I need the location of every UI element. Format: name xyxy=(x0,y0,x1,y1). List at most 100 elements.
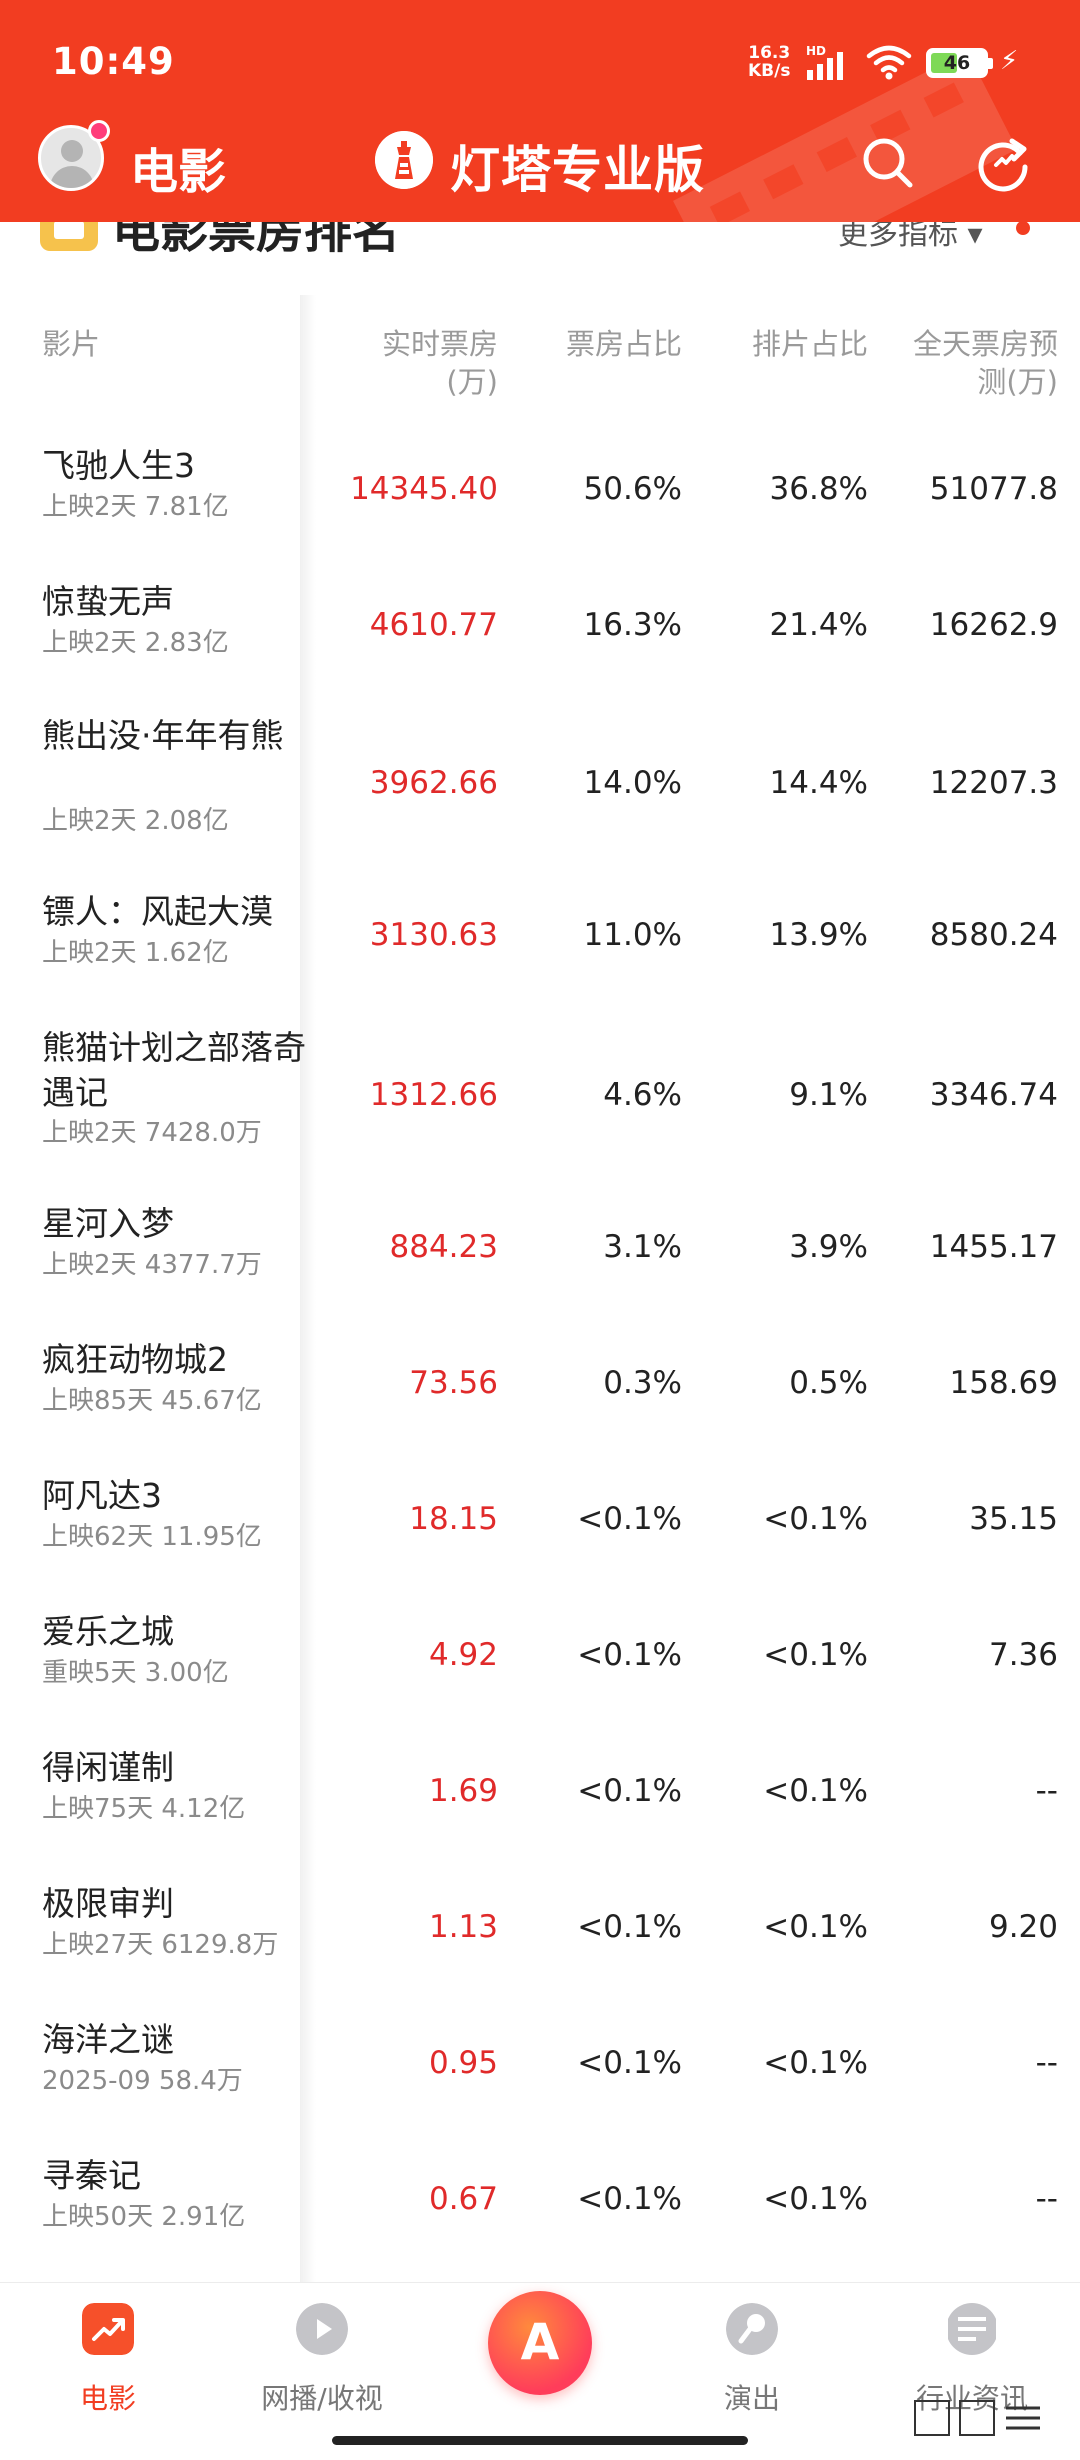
realtime-box-office: 884.23 xyxy=(389,1229,498,1265)
header-realtime-label: 实时票房 xyxy=(381,327,498,361)
charging-icon: ⚡ xyxy=(1000,46,1019,76)
realtime-box-office: 18.15 xyxy=(409,1501,498,1537)
realtime-box-office: 1.69 xyxy=(428,1773,498,1809)
box-office-share: <0.1% xyxy=(577,1501,682,1537)
film-name: 熊出没·年年有熊 xyxy=(42,716,284,755)
table-row[interactable]: 疯狂动物城2 上映85天 45.67亿 73.56 0.3% 0.5% 158.69 xyxy=(0,1319,1080,1455)
box-office-share: 3.1% xyxy=(603,1229,682,1265)
header-realtime-unit: (万) xyxy=(446,365,498,399)
day-forecast: 16262.9 xyxy=(929,607,1058,643)
schedule-share: 0.5% xyxy=(789,1365,868,1401)
box-office-share: <0.1% xyxy=(577,1909,682,1945)
film-meta: 上映2天 2.83亿 xyxy=(42,628,229,658)
notification-dot xyxy=(88,120,110,142)
film-meta: 上映75天 4.12亿 xyxy=(42,1794,246,1824)
chevron-down-icon: ▾ xyxy=(967,217,983,252)
nav-item-movie[interactable]: 电影 xyxy=(8,2303,208,2417)
day-forecast: -- xyxy=(1035,2181,1058,2217)
brand-name: 灯塔专业版 xyxy=(450,141,705,199)
battery-icon: 46 xyxy=(926,48,993,78)
news-icon xyxy=(948,2303,996,2355)
microphone-icon xyxy=(726,2303,778,2355)
film-meta: 上映2天 1.62亿 xyxy=(42,938,229,968)
nav-item-streaming[interactable]: 网播/收视 xyxy=(222,2303,422,2417)
table-row[interactable]: 惊蛰无声 上映2天 2.83亿 4610.77 16.3% 21.4% 16262.9 xyxy=(0,561,1080,697)
schedule-share: 36.8% xyxy=(769,471,868,507)
refresh-icon[interactable] xyxy=(972,131,1034,193)
table-row[interactable]: 飞驰人生3 上映2天 7.81亿 14345.40 50.6% 36.8% 51077.8 xyxy=(0,425,1080,561)
table-row[interactable]: 爱乐之城 重映5天 3.00亿 4.92 <0.1% <0.1% 7.36 xyxy=(0,1591,1080,1727)
nav-item-shows[interactable]: 演出 xyxy=(652,2303,852,2417)
realtime-box-office: 73.56 xyxy=(409,1365,498,1401)
box-office-share: <0.1% xyxy=(577,1637,682,1673)
table-row[interactable]: 寻秦记 上映50天 2.91亿 0.67 <0.1% <0.1% -- xyxy=(0,2135,1080,2271)
table-row[interactable]: 熊猫计划之部落奇遇记 上映2天 7428.0万 1312.66 4.6% 9.1% 334… xyxy=(0,1007,1080,1183)
box-office-table: 影片 实时票房 (万) 票房占比 排片占比 全天票房预 测(万) 飞驰人生3 上映… xyxy=(0,255,1080,2282)
day-forecast: 51077.8 xyxy=(929,471,1058,507)
film-meta: 上映50天 2.91亿 xyxy=(42,2202,246,2232)
realtime-box-office: 0.95 xyxy=(428,2045,498,2081)
table-row[interactable]: 星河入梦 上映2天 4377.7万 884.23 3.1% 3.9% 1455.17 xyxy=(0,1183,1080,1319)
film-name: 镖人：风起大漠 xyxy=(42,892,273,931)
day-forecast: -- xyxy=(1035,1773,1058,1809)
schedule-share: 14.4% xyxy=(769,765,868,801)
table-row[interactable]: 极限审判 上映27天 6129.8万 1.13 <0.1% <0.1% 9.20 xyxy=(0,1863,1080,1999)
app-header: 10:49 16.3 KB/s HD 46 ⚡ 电影 灯塔专业版 xyxy=(0,0,1080,222)
header-forecast[interactable]: 全天票房预 测(万) xyxy=(868,325,1058,401)
film-meta: 上映62天 11.95亿 xyxy=(42,1522,262,1552)
search-icon[interactable] xyxy=(856,131,918,193)
status-time: 10:49 xyxy=(52,40,175,83)
film-meta: 重映5天 3.00亿 xyxy=(42,1658,229,1688)
status-bar: 10:49 16.3 KB/s HD 46 ⚡ xyxy=(0,0,1080,110)
network-speed: 16.3 KB/s xyxy=(748,44,790,80)
table-header: 影片 实时票房 (万) 票房占比 排片占比 全天票房预 测(万) xyxy=(0,255,1080,425)
day-forecast: 1455.17 xyxy=(929,1229,1058,1265)
battery-level: 46 xyxy=(943,52,971,74)
film-name: 惊蛰无声 xyxy=(42,582,174,621)
box-office-share: 14.0% xyxy=(583,765,682,801)
film-name: 得闲谨制 xyxy=(42,1748,174,1787)
box-office-share: 4.6% xyxy=(603,1077,682,1113)
box-office-share: 0.3% xyxy=(603,1365,682,1401)
table-row[interactable]: 海洋之谜 2025-09 58.4万 0.95 <0.1% <0.1% -- xyxy=(0,1999,1080,2135)
home-indicator[interactable] xyxy=(332,2436,748,2445)
table-row[interactable]: 得闲谨制 上映75天 4.12亿 1.69 <0.1% <0.1% -- xyxy=(0,1727,1080,1863)
day-forecast: 3346.74 xyxy=(929,1077,1058,1113)
header-realtime[interactable]: 实时票房 (万) xyxy=(298,325,498,401)
box-office-share: 16.3% xyxy=(583,607,682,643)
schedule-share: <0.1% xyxy=(763,1909,868,1945)
header-share[interactable]: 票房占比 xyxy=(502,325,682,363)
box-office-share: <0.1% xyxy=(577,2181,682,2217)
film-meta: 上映2天 7428.0万 xyxy=(42,1118,262,1148)
header-film: 影片 xyxy=(42,327,101,361)
realtime-box-office: 0.67 xyxy=(428,2181,498,2217)
schedule-share: <0.1% xyxy=(763,1637,868,1673)
film-name: 熊猫计划之部落奇遇记 xyxy=(42,1028,306,1112)
day-forecast: 7.36 xyxy=(988,1637,1058,1673)
film-name: 阿凡达3 xyxy=(42,1476,162,1515)
film-meta: 2025-09 58.4万 xyxy=(42,2066,243,2096)
section-title[interactable]: 电影 xyxy=(130,132,226,202)
day-forecast: -- xyxy=(1035,2045,1058,2081)
box-office-share: 50.6% xyxy=(583,471,682,507)
nav-label-shows: 演出 xyxy=(723,2382,780,2415)
film-meta: 上映2天 2.08亿 xyxy=(42,806,229,836)
nav-label-streaming: 网播/收视 xyxy=(261,2382,383,2415)
table-row[interactable]: 熊出没·年年有熊 上映2天 2.08亿 3962.66 14.0% 14.4% 12207… xyxy=(0,695,1080,871)
film-name: 爱乐之城 xyxy=(42,1612,174,1651)
film-name: 星河入梦 xyxy=(42,1204,174,1243)
header-schedule[interactable]: 排片占比 xyxy=(688,325,868,363)
realtime-box-office: 3130.63 xyxy=(369,917,498,953)
center-logo-icon[interactable]: A xyxy=(488,2291,592,2395)
more-metrics-label: 更多指标 xyxy=(838,217,958,252)
day-forecast: 158.69 xyxy=(949,1365,1058,1401)
schedule-share: <0.1% xyxy=(763,2045,868,2081)
day-forecast: 35.15 xyxy=(969,1501,1058,1537)
play-icon xyxy=(296,2303,348,2355)
table-row[interactable]: 镖人：风起大漠 上映2天 1.62亿 3130.63 11.0% 13.9% 8580.2… xyxy=(0,871,1080,1007)
floating-menu-icon[interactable] xyxy=(914,2400,1044,2436)
realtime-box-office: 4610.77 xyxy=(369,607,498,643)
realtime-box-office: 1.13 xyxy=(428,1909,498,1945)
table-row[interactable]: 阿凡达3 上映62天 11.95亿 18.15 <0.1% <0.1% 35.15 xyxy=(0,1455,1080,1591)
lighthouse-logo-icon xyxy=(375,131,433,189)
